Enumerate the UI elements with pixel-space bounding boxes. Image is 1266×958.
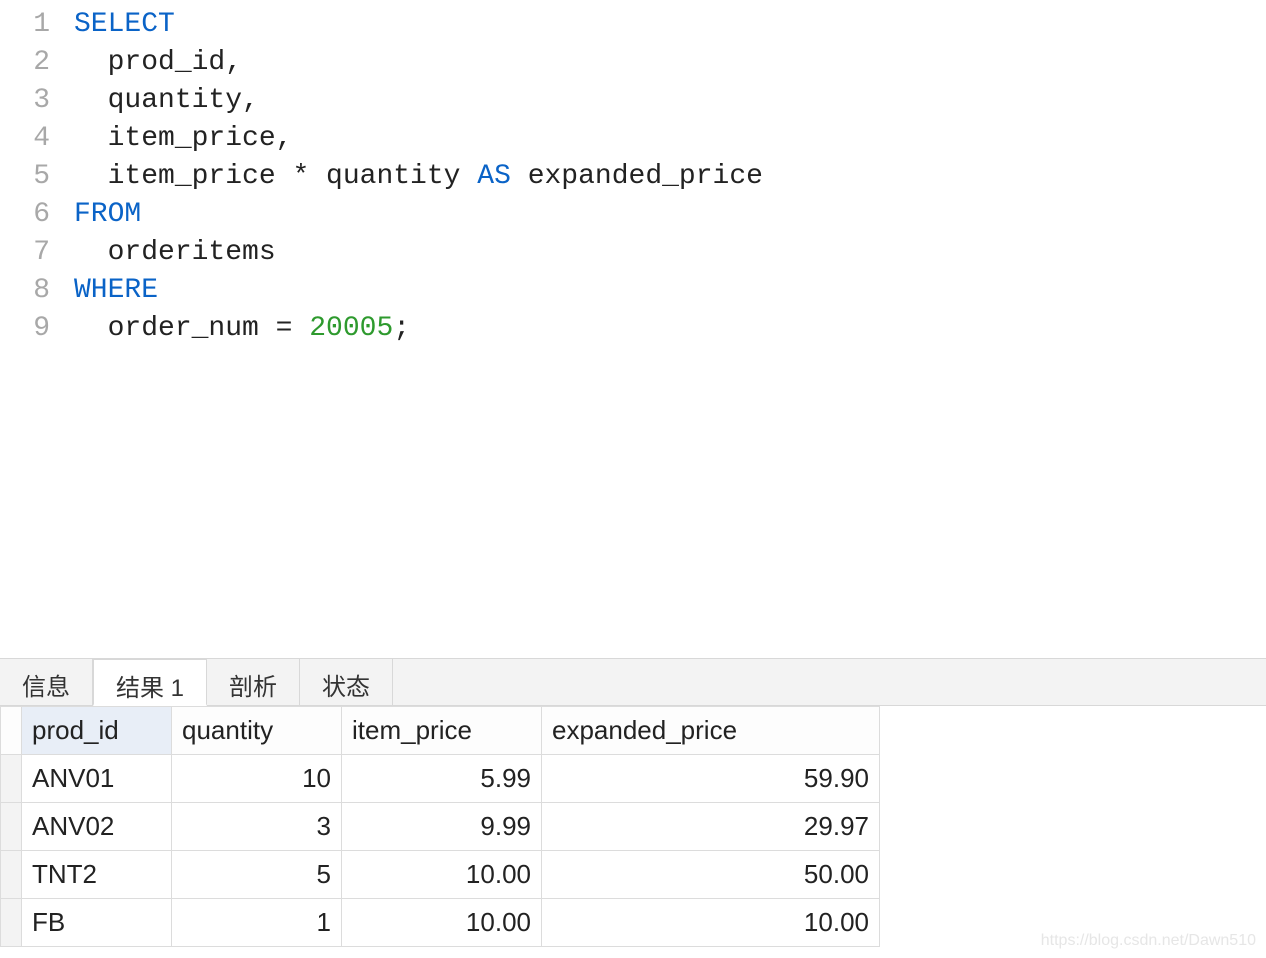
results-header-row: prod_id quantity item_price expanded_pri…: [1, 707, 880, 755]
cell-prod-id[interactable]: ANV02: [22, 803, 172, 851]
code-token: expanded_price: [511, 161, 763, 192]
cell-item-price[interactable]: 5.99: [342, 755, 542, 803]
row-handle[interactable]: [1, 803, 22, 851]
results-table[interactable]: prod_id quantity item_price expanded_pri…: [0, 706, 880, 947]
tab-info[interactable]: 信息: [0, 659, 93, 705]
tab-results-1[interactable]: 结果 1: [93, 659, 207, 706]
cell-expanded-price[interactable]: 29.97: [542, 803, 880, 851]
cell-quantity[interactable]: 5: [172, 851, 342, 899]
keyword-token: FROM: [74, 199, 141, 230]
line-number: 6: [0, 196, 50, 234]
row-handle[interactable]: [1, 851, 22, 899]
cell-quantity[interactable]: 3: [172, 803, 342, 851]
table-row[interactable]: TNT2 5 10.00 50.00: [1, 851, 880, 899]
line-number: 5: [0, 158, 50, 196]
results-tab-bar: 信息 结果 1 剖析 状态: [0, 658, 1266, 706]
code-token: item_price,: [108, 123, 293, 154]
tab-status[interactable]: 状态: [300, 659, 393, 705]
cell-item-price[interactable]: 10.00: [342, 899, 542, 947]
cell-expanded-price[interactable]: 10.00: [542, 899, 880, 947]
code-line[interactable]: item_price * quantity AS expanded_price: [74, 158, 763, 196]
line-number: 7: [0, 234, 50, 272]
line-number: 8: [0, 272, 50, 310]
code-token: prod_id,: [108, 47, 242, 78]
line-number-gutter: 1 2 3 4 5 6 7 8 9: [0, 6, 74, 348]
line-number: 4: [0, 120, 50, 158]
code-line[interactable]: prod_id,: [74, 44, 763, 82]
code-token: item_price * quantity: [108, 161, 478, 192]
row-handle[interactable]: [1, 755, 22, 803]
code-token: orderitems: [108, 237, 276, 268]
cell-item-price[interactable]: 9.99: [342, 803, 542, 851]
code-line[interactable]: orderitems: [74, 234, 763, 272]
line-number: 2: [0, 44, 50, 82]
sql-editor[interactable]: 1 2 3 4 5 6 7 8 9 SELECT prod_id, quanti…: [0, 0, 1266, 348]
line-number: 3: [0, 82, 50, 120]
tab-profile[interactable]: 剖析: [207, 659, 300, 705]
code-token: quantity,: [108, 85, 259, 116]
cell-expanded-price[interactable]: 59.90: [542, 755, 880, 803]
code-line[interactable]: quantity,: [74, 82, 763, 120]
column-header-quantity[interactable]: quantity: [172, 707, 342, 755]
number-token: 20005: [309, 313, 393, 344]
line-number: 9: [0, 310, 50, 348]
cell-prod-id[interactable]: ANV01: [22, 755, 172, 803]
row-handle[interactable]: [1, 899, 22, 947]
results-panel: prod_id quantity item_price expanded_pri…: [0, 706, 1266, 947]
table-row[interactable]: FB 1 10.00 10.00: [1, 899, 880, 947]
row-handle-header: [1, 707, 22, 755]
line-number: 1: [0, 6, 50, 44]
keyword-token: SELECT: [74, 9, 175, 40]
table-row[interactable]: ANV02 3 9.99 29.97: [1, 803, 880, 851]
code-body[interactable]: SELECT prod_id, quantity, item_price, it…: [74, 6, 763, 348]
keyword-token: AS: [477, 161, 511, 192]
column-header-item-price[interactable]: item_price: [342, 707, 542, 755]
code-token: ;: [393, 313, 410, 344]
code-line[interactable]: order_num = 20005;: [74, 310, 763, 348]
watermark-text: https://blog.csdn.net/Dawn510: [1041, 932, 1256, 950]
code-line[interactable]: WHERE: [74, 272, 763, 310]
cell-quantity[interactable]: 10: [172, 755, 342, 803]
keyword-token: WHERE: [74, 275, 158, 306]
code-token: order_num =: [108, 313, 310, 344]
table-row[interactable]: ANV01 10 5.99 59.90: [1, 755, 880, 803]
column-header-expanded-price[interactable]: expanded_price: [542, 707, 880, 755]
column-header-prod-id[interactable]: prod_id: [22, 707, 172, 755]
cell-quantity[interactable]: 1: [172, 899, 342, 947]
code-line[interactable]: item_price,: [74, 120, 763, 158]
cell-prod-id[interactable]: FB: [22, 899, 172, 947]
code-line[interactable]: SELECT: [74, 6, 763, 44]
cell-item-price[interactable]: 10.00: [342, 851, 542, 899]
cell-expanded-price[interactable]: 50.00: [542, 851, 880, 899]
code-line[interactable]: FROM: [74, 196, 763, 234]
cell-prod-id[interactable]: TNT2: [22, 851, 172, 899]
